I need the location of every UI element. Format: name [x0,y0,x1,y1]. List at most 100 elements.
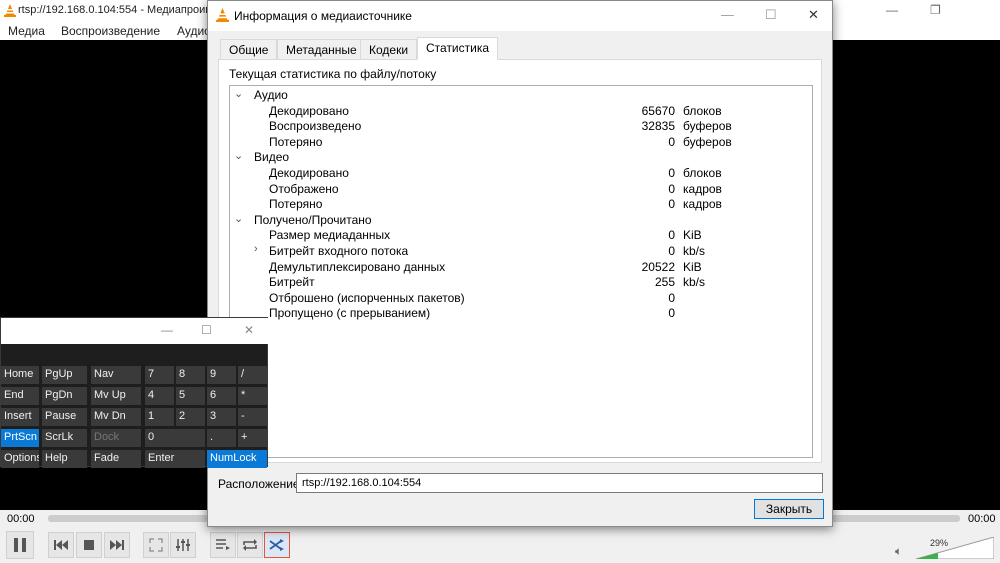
tree-value: 0 [668,166,675,180]
osk-key-options[interactable]: Options [1,450,39,468]
tree-item-row[interactable]: Потеряно 0 кадров [230,197,810,212]
osk-key-5[interactable]: 5 [176,387,205,405]
stop-button[interactable] [76,532,102,558]
next-button[interactable] [104,532,130,558]
tree-item-row[interactable]: Битрейт 255 kb/s [230,275,810,290]
menu-audio[interactable]: Аудио [177,24,211,38]
osk-key-9[interactable]: 9 [207,366,236,384]
tree-item-row[interactable]: › Битрейт входного потока 0 kb/s [230,243,810,259]
tree-item-row[interactable]: Отброшено (испорченных пакетов) 0 [230,291,810,306]
osk-key-6[interactable]: 6 [207,387,236,405]
osk-key-nav[interactable]: Nav [91,366,141,384]
tree-value: 0 [668,290,675,305]
tree-item-row[interactable]: Декодировано 0 блоков [230,166,810,181]
tree-group-row[interactable]: ⌄ Аудио [230,88,810,103]
osk-key-scrlk[interactable]: ScrLk [42,429,87,447]
previous-button[interactable] [48,532,74,558]
osk-key-8[interactable]: 8 [176,366,205,384]
osk-key-insert[interactable]: Insert [1,408,39,426]
fullscreen-button[interactable] [143,532,169,558]
playlist-button[interactable] [210,532,236,558]
tree-item-row[interactable]: Воспроизведено 32835 буферов [230,119,810,134]
pause-button[interactable] [6,531,34,559]
seek-slider-right[interactable] [830,515,960,522]
tab-statistics[interactable]: Статистика [417,37,499,60]
tree-value: 65670 [641,103,675,118]
close-icon[interactable]: ✕ [244,323,254,337]
osk-key--[interactable]: - [238,408,267,426]
time-total: 00:00 [968,513,996,525]
tree-unit: блоков [683,103,722,118]
tree-value: 0 [668,244,675,258]
menu-playback[interactable]: Воспроизведение [61,24,160,38]
maximize-icon[interactable]: ☐ [201,323,212,337]
osk-key-prtscn[interactable]: PrtScn [1,429,39,447]
tab-codecs[interactable]: Кодеки [360,39,418,59]
osk-key-enter[interactable]: Enter [145,450,205,468]
tree-item-row[interactable]: Декодировано 65670 блоков [230,104,810,119]
tree-unit: блоков [683,166,722,180]
tree-item-row[interactable]: Потеряно 0 буферов [230,135,810,150]
osk-key-pgdn[interactable]: PgDn [42,387,87,405]
osk-key-fade[interactable]: Fade [91,450,141,468]
osk-key-pgup[interactable]: PgUp [42,366,87,384]
restore-icon[interactable]: ❐ [930,3,941,17]
osk-key-0[interactable]: 0 [145,429,205,447]
tree-item-row[interactable]: Демультиплексировано данных 20522 KiB [230,260,810,275]
tree-label: Размер медиаданных [269,228,391,243]
osk-key-mv-dn[interactable]: Mv Dn [91,408,141,426]
shuffle-button[interactable] [264,532,290,558]
tab-metadata[interactable]: Метаданные [277,39,366,59]
osk-key-help[interactable]: Help [42,450,87,468]
tree-label: Отброшено (испорченных пакетов) [269,290,465,305]
osk-key--[interactable]: . [207,429,236,447]
statistics-tree[interactable]: ⌄ Аудио Декодировано 65670 блоков Воспроизвед… [229,85,813,458]
osk-key-2[interactable]: 2 [176,408,205,426]
tree-item-row[interactable]: Пропущено (с прерыванием) 0 [230,306,810,321]
maximize-icon[interactable]: ☐ [765,7,777,23]
osk-key-3[interactable]: 3 [207,408,236,426]
tree-value: 0 [668,181,675,196]
osk-key--[interactable]: / [238,366,267,384]
chevron-right-icon[interactable]: › [254,243,258,255]
close-icon[interactable]: ✕ [808,7,819,23]
seek-slider[interactable] [48,515,208,522]
osk-key-7[interactable]: 7 [145,366,174,384]
tree-unit: kb/s [683,244,706,258]
menu-media[interactable]: Медиа [8,24,45,38]
media-info-dialog: Информация о медиаисточнике — ☐ ✕ Общие … [207,0,833,527]
volume-slider[interactable] [916,537,994,559]
osk-key-numlock[interactable]: NumLock [207,450,267,468]
chevron-down-icon[interactable]: ⌄ [234,149,243,162]
osk-key--[interactable]: + [238,429,267,447]
speaker-icon[interactable]: 🔈︎ [895,544,902,559]
tree-group-row[interactable]: ⌄ Получено/Прочитано [230,213,810,228]
equalizer-icon [176,539,190,551]
tree-group-row[interactable]: ⌄ Видео [230,150,810,165]
minimize-icon[interactable]: — [721,7,734,22]
osk-key-4[interactable]: 4 [145,387,174,405]
tree-label: Воспроизведено [269,119,362,134]
chevron-down-icon[interactable]: ⌄ [234,87,243,100]
close-button[interactable]: Закрыть [754,499,824,519]
osk-key-1[interactable]: 1 [145,408,174,426]
osk-key-mv-up[interactable]: Mv Up [91,387,141,405]
osk-key-end[interactable]: End [1,387,39,405]
tree-item-row[interactable]: Отображено 0 кадров [230,182,810,197]
osk-key-home[interactable]: Home [1,366,39,384]
tab-general[interactable]: Общие [220,39,278,59]
tree-label: Битрейт входного потока [269,244,409,258]
dialog-title: Информация о медиаисточнике [234,9,412,23]
tree-item-row[interactable]: Размер медиаданных 0 KiB [230,228,810,243]
osk-key--[interactable]: * [238,387,267,405]
pause-icon [14,538,26,552]
osk-key-dock[interactable]: Dock [91,429,141,447]
chevron-down-icon[interactable]: ⌄ [234,212,243,225]
minimize-icon[interactable]: — [886,3,898,17]
extended-settings-button[interactable] [170,532,196,558]
osk-key-pause[interactable]: Pause [42,408,87,426]
loop-button[interactable] [237,532,263,558]
tree-unit: буферов [683,119,732,134]
minimize-icon[interactable]: — [161,323,173,337]
location-field[interactable]: rtsp://192.168.0.104:554 [296,473,823,493]
